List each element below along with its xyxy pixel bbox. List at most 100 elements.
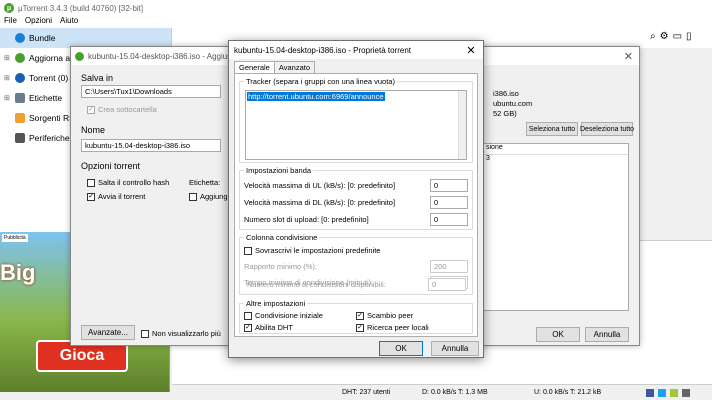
- select-all-button[interactable]: Seleziona tutto: [526, 122, 578, 136]
- sidebar-item-label: Etichette: [29, 93, 63, 103]
- local-peers-checkbox[interactable]: ✓: [356, 323, 364, 332]
- facebook-icon[interactable]: [646, 388, 654, 397]
- other-settings-label: Altre impostazioni: [244, 299, 308, 308]
- dht-checkbox[interactable]: ✓: [244, 323, 252, 332]
- general-tab-body: Tracker (separa i gruppi con una linea v…: [234, 73, 478, 337]
- initial-seeding-row: Condivisione iniziale: [244, 311, 323, 320]
- android-icon[interactable]: [670, 388, 678, 397]
- apple-icon[interactable]: [682, 388, 690, 397]
- bandwidth-group: Impostazioni banda Velocità massima di U…: [239, 166, 473, 230]
- dont-show-checkbox[interactable]: [141, 329, 149, 338]
- twitter-icon[interactable]: [658, 388, 666, 397]
- upload-slots-label: Numero slot di upload: [0: predefinito]: [244, 215, 369, 224]
- menu-file[interactable]: File: [4, 16, 17, 28]
- file-list[interactable]: sione 3: [483, 143, 629, 311]
- max-ul-input[interactable]: 0: [430, 179, 468, 192]
- tab-advanced[interactable]: Avanzato: [273, 61, 315, 73]
- expand-icon[interactable]: ⊞: [4, 54, 11, 62]
- tracker-group: Tracker (separa i gruppi con una linea v…: [239, 77, 473, 163]
- bandwidth-group-label: Impostazioni banda: [244, 166, 314, 175]
- upgrade-icon: [15, 53, 25, 63]
- torrent-size-partial: 52 GB): [493, 109, 517, 118]
- close-icon[interactable]: ✕: [624, 50, 633, 63]
- torrent-properties-dialog: kubuntu-15.04-desktop-i386.iso - Proprie…: [228, 40, 484, 358]
- file-list-header[interactable]: sione: [484, 144, 628, 155]
- start-torrent-checkbox[interactable]: ✓: [87, 192, 95, 201]
- min-ratio-label: Rapporto minimo (%):: [244, 262, 317, 271]
- add-ok-button[interactable]: OK: [536, 327, 580, 342]
- tracker-scrollbar[interactable]: [458, 91, 466, 159]
- skip-hash-row: Salta il controllo hash: [87, 178, 169, 187]
- min-seeds-label: Numero minimo di condivisioni disponibil…: [247, 280, 386, 289]
- save-path-field[interactable]: C:\Users\Tux1\Downloads: [81, 85, 221, 98]
- start-torrent-label: Avvia il torrent: [98, 192, 146, 201]
- label-label: Etichetta:: [189, 178, 221, 187]
- device-icon[interactable]: ▯: [686, 31, 692, 45]
- expand-icon[interactable]: ⊞: [4, 74, 11, 82]
- sidebar-item-label: Bundle: [29, 33, 56, 43]
- close-icon[interactable]: ✕: [459, 44, 483, 57]
- props-tabs: Generale Avanzato: [234, 61, 315, 73]
- torrent-icon: [15, 73, 25, 83]
- sidebar-item-bundle[interactable]: Bundle: [0, 28, 171, 48]
- ad-tag: Pubblicità: [2, 234, 28, 242]
- props-dialog-title: kubuntu-15.04-desktop-i386.iso - Proprie…: [234, 45, 411, 55]
- initial-seeding-label: Condivisione iniziale: [255, 311, 323, 320]
- torrent-options-label: Opzioni torrent: [81, 161, 141, 171]
- tab-general[interactable]: Generale: [234, 61, 275, 73]
- expand-icon[interactable]: ⊞: [4, 94, 11, 102]
- max-ul-label: Velocità massima di UL (kB/s): [0: prede…: [244, 181, 396, 190]
- upload-status: U: 0.0 kB/s T: 21.2 kB: [534, 389, 602, 396]
- torrent-site-partial: ubuntu.com: [493, 99, 533, 108]
- name-field[interactable]: kubuntu-15.04-desktop-i386.iso: [81, 139, 221, 152]
- name-label: Nome: [81, 125, 106, 135]
- advanced-button[interactable]: Avanzate...: [81, 325, 135, 340]
- min-ratio-input[interactable]: 200: [430, 260, 468, 273]
- torrent-name-partial: i386.iso: [493, 89, 519, 98]
- create-subfolder-row: ✓ Crea sottocartella: [87, 105, 157, 114]
- dht-row: ✓ Abilita DHT: [244, 323, 293, 332]
- add-label-checkbox[interactable]: [189, 192, 197, 201]
- skip-hash-checkbox[interactable]: [87, 178, 95, 187]
- props-title-bar: kubuntu-15.04-desktop-i386.iso - Proprie…: [229, 41, 483, 59]
- menu-help[interactable]: Aiuto: [60, 16, 78, 28]
- menu-bar: File Opzioni Aiuto: [0, 16, 712, 28]
- create-subfolder-checkbox[interactable]: ✓: [87, 105, 95, 114]
- override-label: Sovrascrivi le impostazioni predefinite: [255, 246, 381, 255]
- tracker-textarea[interactable]: http://torrent.ubuntu.com:6969/announce: [245, 90, 467, 160]
- peer-exchange-row: ✓ Scambio peer: [356, 311, 413, 320]
- override-checkbox[interactable]: [244, 246, 252, 255]
- file-list-row[interactable]: 3: [484, 155, 628, 162]
- ad-headline: Big: [0, 260, 36, 285]
- skip-hash-label: Salta il controllo hash: [98, 178, 170, 187]
- local-peers-row: ✓ Ricerca peer locali: [356, 323, 429, 332]
- other-settings-group: Altre impostazioni Condivisione iniziale…: [239, 299, 473, 334]
- create-subfolder-label: Crea sottocartella: [98, 105, 157, 114]
- gear-icon[interactable]: ⚙: [660, 31, 669, 45]
- upload-slots-input[interactable]: 0: [430, 213, 468, 226]
- peer-exchange-checkbox[interactable]: ✓: [356, 311, 364, 320]
- status-bar: DHT: 237 utenti D: 0.0 kB/s T: 1.3 MB U:…: [172, 384, 712, 400]
- initial-seeding-checkbox[interactable]: [244, 311, 252, 320]
- props-cancel-button[interactable]: Annulla: [431, 341, 479, 356]
- bundle-icon: [15, 33, 25, 43]
- deselect-all-button[interactable]: Deseleziona tutto: [580, 122, 634, 136]
- local-peers-label: Ricerca peer locali: [367, 323, 429, 332]
- utorrent-logo-icon: [75, 51, 84, 61]
- menu-options[interactable]: Opzioni: [25, 16, 52, 28]
- main-title-bar: µ µTorrent 3.4.3 (build 40760) [32-bit]: [0, 0, 712, 16]
- search-icon[interactable]: ⌕: [650, 31, 656, 45]
- monitor-icon[interactable]: ▭: [673, 31, 682, 45]
- tag-icon: [15, 93, 25, 103]
- dont-show-label: Non visualizzarlo più: [152, 329, 221, 338]
- tracker-url: http://torrent.ubuntu.com:6969/announce: [247, 92, 385, 101]
- add-cancel-button[interactable]: Annulla: [585, 327, 629, 342]
- start-torrent-row: ✓ Avvia il torrent: [87, 192, 145, 201]
- sidebar-item-label: Torrent (0): [29, 73, 69, 83]
- props-ok-button[interactable]: OK: [379, 341, 423, 356]
- save-in-label: Salva in: [81, 73, 114, 83]
- min-seeds-input[interactable]: 0: [428, 278, 466, 291]
- max-dl-input[interactable]: 0: [430, 196, 468, 209]
- utorrent-logo-icon: µ: [4, 3, 14, 13]
- rss-icon: [15, 113, 25, 123]
